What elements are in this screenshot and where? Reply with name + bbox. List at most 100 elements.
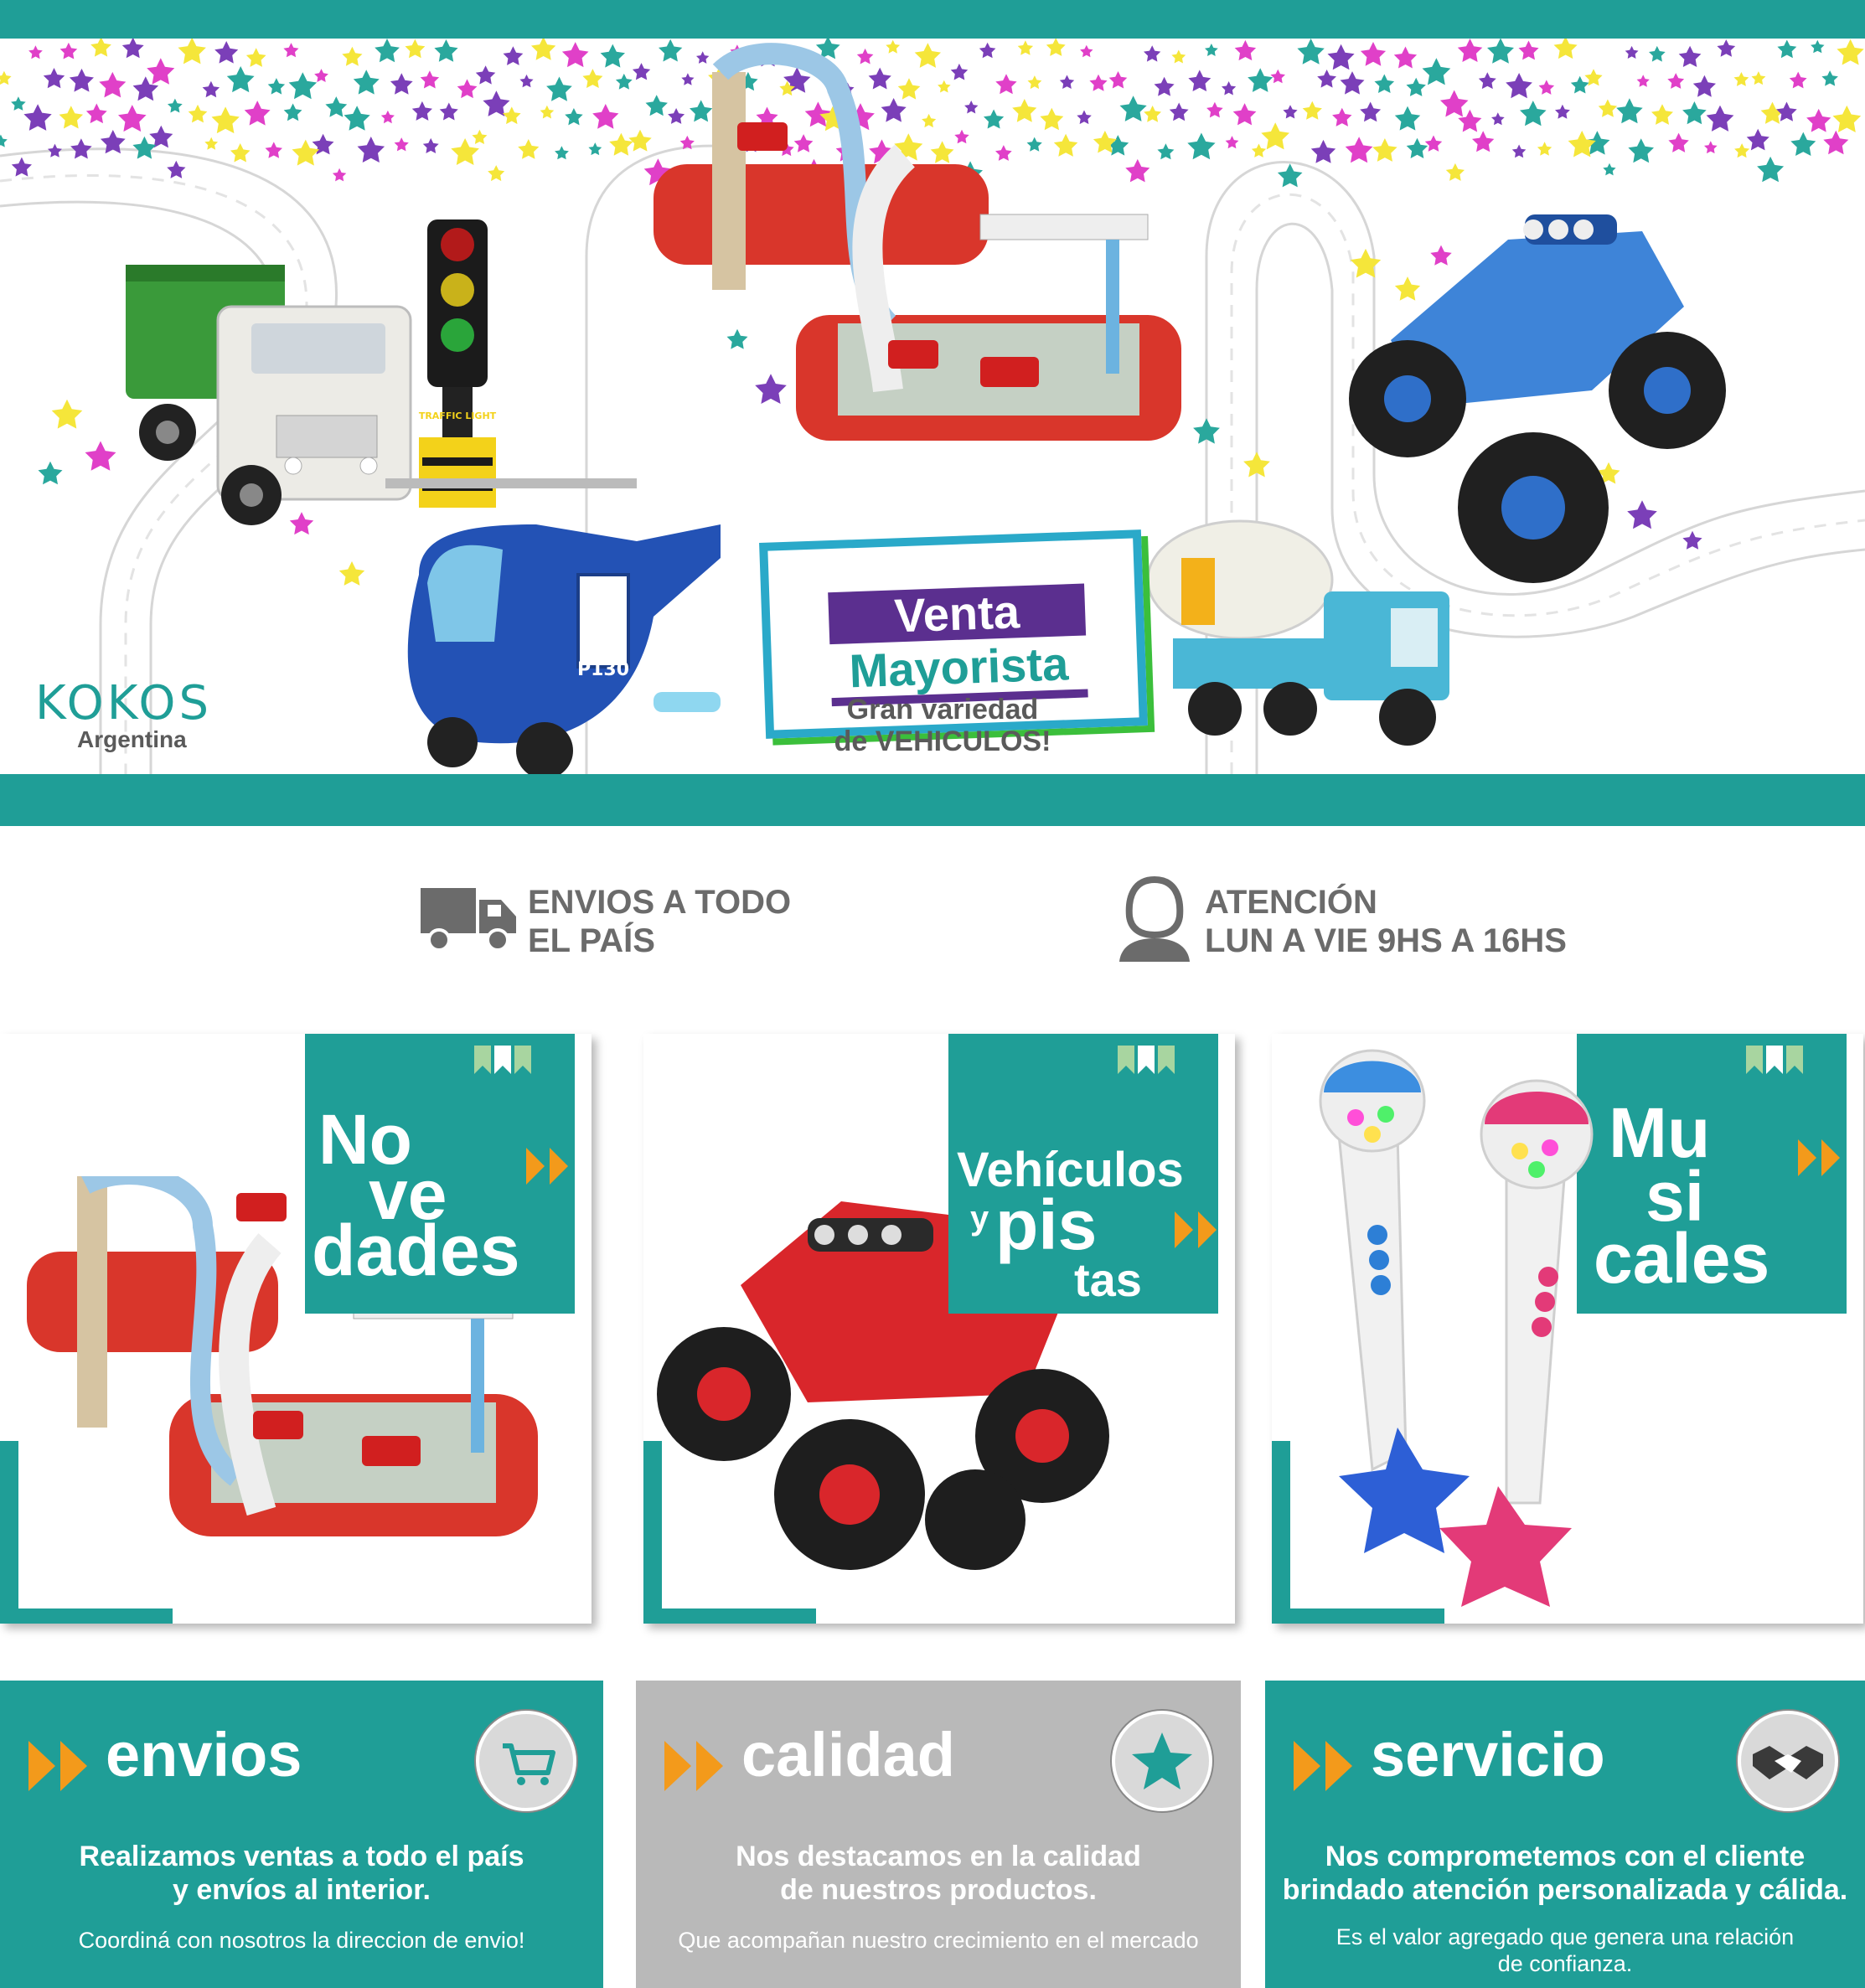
confetti-star — [1394, 276, 1421, 301]
confetti-star — [245, 48, 266, 67]
blue-monster-truck-toy — [1349, 214, 1726, 583]
confetti-star — [1059, 75, 1075, 89]
confetti-star — [868, 67, 891, 90]
confetti-star — [375, 39, 400, 63]
confetti-star — [881, 98, 907, 122]
confetti-star — [1187, 132, 1216, 160]
confetti-star — [1678, 45, 1702, 67]
confetti-star — [1439, 90, 1469, 117]
confetti-star — [1206, 101, 1223, 118]
confetti-star — [23, 104, 52, 131]
card-title-part: dades — [312, 1211, 520, 1291]
confetti-star — [70, 138, 92, 159]
card-accent-bottom — [643, 1608, 816, 1624]
confetti-star — [1125, 158, 1150, 183]
confetti-star — [230, 143, 251, 163]
category-card-musicales[interactable]: Mu si cales — [1272, 1034, 1863, 1624]
feature-calidad: calidad Nos destacamos en la calidad de … — [636, 1681, 1241, 1988]
shipping-line1: ENVIOS A TODO — [528, 884, 792, 921]
confetti-star — [1332, 107, 1352, 127]
handshake-icon — [1738, 1711, 1838, 1811]
confetti-star — [565, 108, 583, 126]
confetti-star — [1649, 45, 1666, 62]
confetti-star — [342, 46, 363, 66]
confetti-star — [1555, 104, 1570, 119]
confetti-star — [531, 39, 556, 60]
double-arrow-icon — [1798, 1139, 1840, 1176]
double-arrow-icon — [1294, 1741, 1352, 1791]
feature-title: envios — [106, 1720, 302, 1789]
confetti-star — [1350, 248, 1382, 278]
confetti-star — [1506, 73, 1532, 99]
confetti-star — [344, 106, 370, 131]
confetti-star — [546, 76, 572, 101]
confetti-star — [1360, 42, 1387, 66]
feature-sub-line: Es el valor agregado que genera una rela… — [1335, 1924, 1795, 1949]
feature-title: calidad — [741, 1720, 955, 1789]
confetti-star — [995, 74, 1017, 95]
ribbon-icon — [1118, 1046, 1175, 1074]
confetti-star — [1424, 135, 1443, 152]
confetti-star — [1119, 96, 1147, 121]
card-accent-left — [0, 1441, 18, 1624]
confetti-star — [451, 138, 479, 165]
confetti-star — [964, 101, 979, 114]
confetti-star — [283, 43, 299, 58]
confetti-star — [502, 106, 521, 125]
confetti-star — [1776, 101, 1797, 121]
confetti-star — [540, 105, 555, 119]
confetti-star — [1746, 128, 1769, 151]
confetti-star — [457, 79, 478, 99]
confetti-star — [338, 561, 365, 586]
confetti-star — [1627, 500, 1657, 529]
star-icon — [1112, 1711, 1212, 1811]
confetti-star — [1277, 163, 1303, 188]
confetti-star — [503, 46, 524, 65]
confetti-star — [615, 73, 633, 90]
confetti-star — [1317, 70, 1336, 88]
confetti-star — [1616, 98, 1643, 124]
confetti-star — [1422, 58, 1451, 85]
confetti-star — [668, 108, 685, 124]
confetti-star — [1089, 74, 1108, 91]
confetti-star — [0, 70, 12, 85]
confetti-star — [1628, 138, 1654, 163]
category-card-novedades[interactable]: No ve dades — [0, 1034, 592, 1624]
confetti-star — [1234, 39, 1257, 61]
confetti-star — [380, 110, 395, 124]
confetti-star — [1080, 44, 1093, 58]
confetti-star — [1668, 132, 1689, 152]
confetti-star — [314, 69, 328, 82]
traffic-light-toy: TRAFFIC LIGHT — [419, 219, 497, 508]
confetti-star — [1222, 81, 1237, 96]
confetti-star — [226, 66, 255, 93]
confetti-star — [1154, 76, 1175, 96]
brand-logo[interactable]: KOKOS Argentina — [35, 680, 212, 753]
double-arrow-icon — [664, 1741, 723, 1791]
confetti-star — [1811, 39, 1825, 54]
confetti-star — [1283, 105, 1298, 119]
confetti-star — [244, 101, 271, 126]
confetti-star — [167, 160, 186, 178]
confetti-star — [592, 104, 619, 129]
confetti-star — [1261, 122, 1289, 150]
confetti-star — [1821, 70, 1838, 86]
feature-lead-line: y envíos al interior. — [172, 1874, 431, 1906]
confetti-star — [85, 441, 116, 471]
confetti-star — [1053, 133, 1078, 157]
confetti-star — [1406, 77, 1426, 96]
confetti-star — [628, 129, 652, 152]
confetti-star — [930, 141, 954, 163]
confetti-star — [886, 39, 901, 54]
ribbon-icon — [474, 1046, 531, 1074]
feature-lead-line: Nos comprometemos con el cliente — [1325, 1841, 1806, 1872]
confetti-star — [1012, 99, 1037, 122]
confetti-star — [1538, 80, 1555, 95]
confetti-star — [600, 44, 625, 68]
confetti-star — [59, 42, 78, 59]
confetti-star — [1553, 39, 1578, 59]
feature-sub-line: Que acompañan nuestro crecimiento en el … — [678, 1928, 1199, 1953]
card-title-part: y — [970, 1200, 989, 1237]
confetti-star — [519, 74, 534, 88]
category-card-vehiculos[interactable]: Vehículos y pis tas — [643, 1034, 1235, 1624]
